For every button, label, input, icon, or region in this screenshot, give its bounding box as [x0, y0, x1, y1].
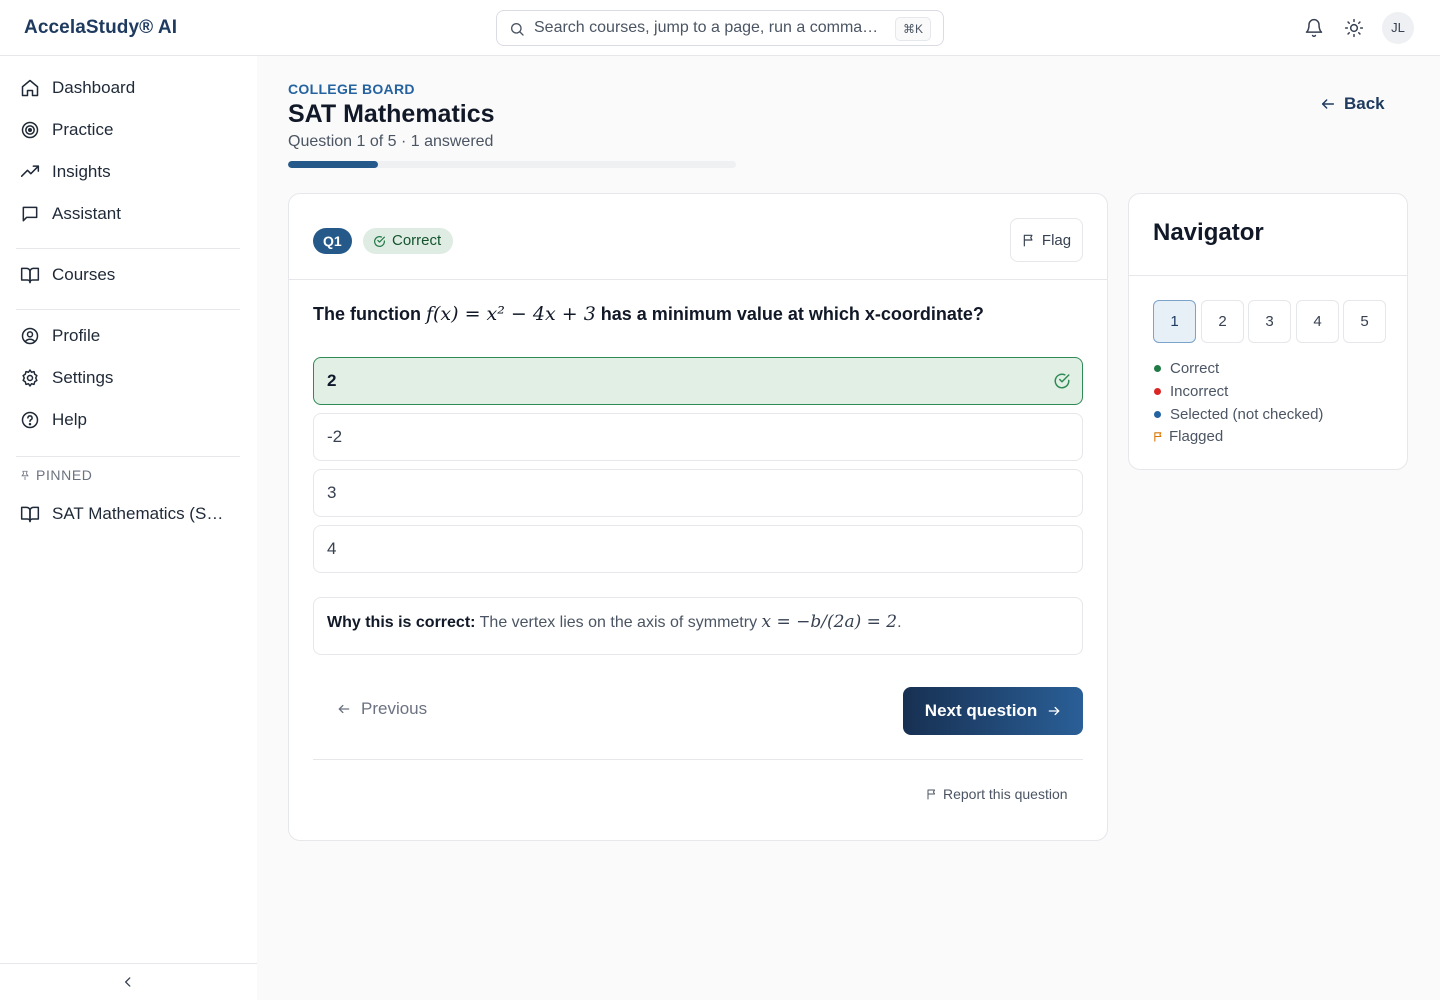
navigator-question-button[interactable]: 4 — [1296, 300, 1339, 343]
home-icon — [18, 76, 42, 100]
question-card: Q1 Correct Flag The function f(x) = x² −… — [288, 193, 1108, 841]
question-number-chip: Q1 — [313, 228, 352, 254]
sidebar-item-label: Insights — [52, 162, 111, 181]
page-subtitle: Question 1 of 5 · 1 answered — [288, 133, 494, 150]
sidebar-item-label: Settings — [52, 368, 114, 387]
book-open-icon — [18, 502, 42, 526]
chevron-left-icon[interactable] — [121, 975, 135, 989]
legend-item-flagged: Flagged — [1154, 428, 1223, 445]
answer-option-label: 2 — [327, 371, 337, 390]
message-square-icon — [18, 202, 42, 226]
top-bar: AccelaStudy® AI Search courses, jump to … — [0, 0, 1440, 56]
navigator-question-button[interactable]: 1 — [1153, 300, 1196, 343]
legend-item-correct: Correct — [1154, 360, 1219, 377]
check-circle-icon — [373, 235, 392, 248]
sidebar-item-dashboard[interactable]: Dashboard — [18, 70, 242, 106]
answer-option[interactable]: 4 — [313, 525, 1083, 573]
check-circle-icon — [1053, 372, 1071, 390]
sun-icon[interactable] — [1344, 18, 1364, 38]
previous-button[interactable]: Previous — [337, 699, 427, 719]
answer-option-label: -2 — [327, 427, 343, 446]
help-circle-icon — [18, 408, 42, 432]
answer-option-label: 4 — [327, 539, 337, 558]
explanation-box: Why this is correct: The vertex lies on … — [313, 597, 1083, 655]
target-icon — [18, 118, 42, 142]
legend-dot — [1154, 365, 1161, 372]
sidebar-item-label: Dashboard — [52, 78, 136, 97]
question-card-header: Q1 Correct Flag — [289, 194, 1107, 280]
sidebar-item-help[interactable]: Help — [18, 402, 242, 438]
course-provider: COLLEGE BOARD — [288, 81, 415, 97]
shortcut-hint: ⌘K — [894, 17, 931, 41]
search-icon — [509, 21, 525, 37]
sidebar-item-label: Practice — [52, 120, 114, 139]
sidebar-divider — [16, 309, 240, 310]
legend-item-selected: Selected (not checked) — [1154, 406, 1323, 423]
navigator-title: Navigator — [1153, 219, 1264, 246]
answer-option[interactable]: 2 — [313, 357, 1083, 405]
sidebar-item-label: Help — [52, 410, 87, 429]
legend-item-incorrect: Incorrect — [1154, 383, 1228, 400]
pin-icon — [20, 469, 30, 481]
legend-dot — [1154, 411, 1161, 418]
arrow-left-icon — [1320, 96, 1344, 112]
back-label: Back — [1344, 94, 1385, 113]
flag-icon — [1022, 233, 1042, 247]
search-input[interactable]: Search courses, jump to a page, run a co… — [534, 19, 886, 37]
user-circle-icon — [18, 324, 42, 348]
flag-icon — [926, 788, 943, 800]
sidebar-divider — [16, 456, 240, 457]
status-badge: Correct — [363, 228, 454, 254]
sidebar-item-profile[interactable]: Profile — [18, 318, 242, 354]
sidebar-footer — [0, 963, 257, 1000]
explanation-text: Why this is correct: The vertex lies on … — [327, 612, 902, 632]
sidebar-item-courses[interactable]: Courses — [18, 257, 242, 293]
sidebar-item-practice[interactable]: Practice — [18, 112, 242, 148]
question-math: f(x) = x² − 4x + 3 — [425, 303, 596, 325]
navigator-question-button[interactable]: 2 — [1201, 300, 1244, 343]
answer-option[interactable]: 3 — [313, 469, 1083, 517]
brand-logo[interactable]: AccelaStudy® AI — [24, 17, 177, 39]
next-question-button[interactable]: Next question — [903, 687, 1083, 735]
progress-bar — [288, 161, 736, 168]
gear-icon — [18, 366, 42, 390]
book-open-icon — [18, 263, 42, 287]
sidebar-item-pinned-course[interactable]: SAT Mathematics (SAT… — [18, 496, 242, 532]
navigator-header: Navigator — [1129, 194, 1407, 276]
sidebar-item-label: Profile — [52, 326, 101, 345]
progress-fill — [288, 161, 378, 168]
arrow-left-icon — [337, 702, 361, 716]
sidebar-item-insights[interactable]: Insights — [18, 154, 242, 190]
report-question-link[interactable]: Report this question — [926, 786, 1068, 802]
sidebar: Dashboard Practice Insights Assistant Co… — [0, 56, 257, 1000]
trending-up-icon — [18, 160, 42, 184]
answer-option-label: 3 — [327, 483, 337, 502]
answer-option[interactable]: -2 — [313, 413, 1083, 461]
bell-icon[interactable] — [1304, 18, 1324, 38]
pinned-heading: PINNED — [20, 467, 93, 483]
back-button[interactable]: Back — [1320, 94, 1385, 114]
navigator-panel: Navigator 1 2 3 4 5 Correct Incorrect Se… — [1128, 193, 1408, 470]
search-bar[interactable]: Search courses, jump to a page, run a co… — [496, 10, 944, 46]
sidebar-item-settings[interactable]: Settings — [18, 360, 242, 396]
navigator-question-button[interactable]: 5 — [1343, 300, 1386, 343]
arrow-right-icon — [1037, 704, 1061, 718]
legend-dot — [1154, 388, 1161, 395]
question-prompt: The function f(x) = x² − 4x + 3 has a mi… — [313, 303, 984, 325]
sidebar-item-label: SAT Mathematics (SAT… — [52, 504, 232, 523]
sidebar-divider — [16, 248, 240, 249]
flag-icon — [1153, 431, 1164, 442]
flag-button[interactable]: Flag — [1010, 218, 1083, 262]
avatar[interactable]: JL — [1382, 12, 1414, 44]
sidebar-item-assistant[interactable]: Assistant — [18, 196, 242, 232]
sidebar-item-label: Courses — [52, 265, 116, 284]
navigator-question-button[interactable]: 3 — [1248, 300, 1291, 343]
card-divider — [313, 759, 1083, 760]
page-title: SAT Mathematics — [288, 100, 495, 128]
sidebar-item-label: Assistant — [52, 204, 121, 223]
